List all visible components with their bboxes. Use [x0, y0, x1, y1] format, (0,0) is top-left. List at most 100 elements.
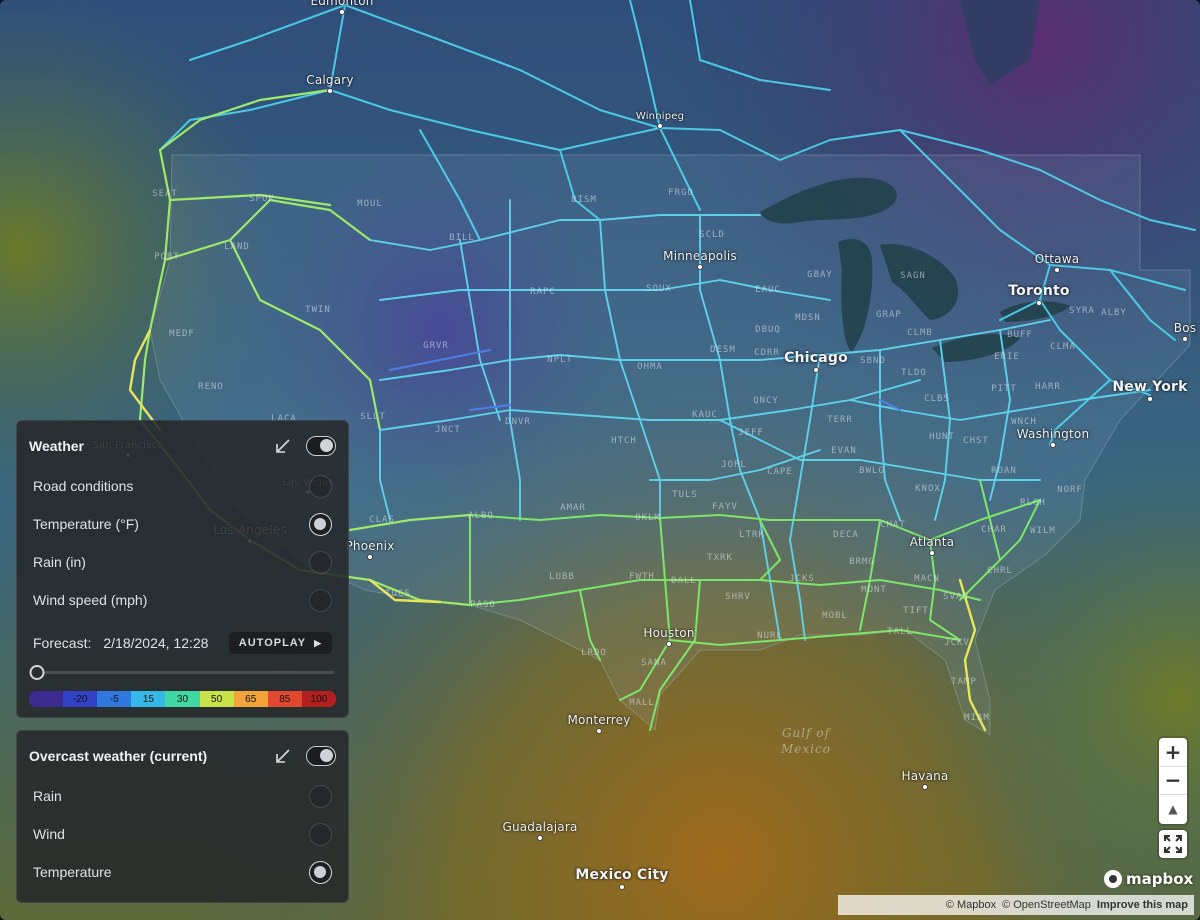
- radio-temperature[interactable]: [309, 512, 332, 536]
- radio-wind-speed[interactable]: [309, 588, 332, 612]
- road-node-code: CAPE: [767, 467, 793, 477]
- legend-swatch: 15: [131, 691, 166, 707]
- attribution-osm-link[interactable]: © OpenStreetMap: [1002, 899, 1091, 911]
- road-node-code: CLMA: [1050, 342, 1076, 352]
- road-node-code: MONT: [861, 585, 887, 595]
- road-node-code: GRVR: [423, 341, 449, 351]
- city-dot: [657, 123, 663, 129]
- legend-label: 50: [211, 693, 223, 705]
- forecast-slider[interactable]: [29, 665, 334, 680]
- city-label: Washington: [1016, 427, 1090, 441]
- overcast-toggle[interactable]: [306, 746, 336, 766]
- legend-swatch: 30: [165, 691, 200, 707]
- road-node-code: CHAR: [981, 525, 1007, 535]
- option-label: Wind speed (mph): [33, 592, 148, 608]
- option-label: Rain (in): [33, 554, 86, 570]
- road-node-code: RLGH: [1020, 498, 1046, 508]
- road-node-code: TXRK: [707, 553, 733, 563]
- road-node-code: OKLM: [635, 513, 661, 523]
- mapbox-logo[interactable]: mapbox: [1104, 868, 1193, 890]
- radio-temperature[interactable]: [309, 860, 332, 884]
- road-node-code: MACN: [914, 574, 940, 584]
- attribution-mapbox-link[interactable]: © Mapbox: [946, 899, 996, 911]
- city-dot: [619, 884, 625, 890]
- city-dot: [1036, 300, 1042, 306]
- road-node-code: HARR: [1035, 382, 1061, 392]
- autoplay-button[interactable]: AUTOPLAY ▶: [228, 632, 332, 654]
- road-node-code: HUNT: [929, 432, 955, 442]
- option-rain[interactable]: Rain: [33, 783, 332, 809]
- road-node-code: JCKV: [944, 638, 970, 648]
- road-node-code: SCLD: [699, 230, 725, 240]
- road-node-code: SOUX: [646, 284, 672, 294]
- city-label: Chicago: [784, 350, 848, 366]
- road-node-code: CHST: [963, 436, 989, 446]
- road-node-code: JOPL: [721, 460, 747, 470]
- road-node-code: DECA: [833, 530, 859, 540]
- road-node-code: PITT: [991, 384, 1017, 394]
- slider-thumb[interactable]: [29, 665, 45, 680]
- legend-label: 65: [245, 693, 257, 705]
- road-node-code: SBND: [860, 356, 886, 366]
- option-wind-speed[interactable]: Wind speed (mph): [33, 587, 332, 613]
- road-node-code: BILL: [449, 233, 475, 243]
- road-node-code: MOUL: [357, 199, 383, 209]
- road-node-code: DESM: [710, 345, 736, 355]
- road-node-code: OHMA: [637, 362, 663, 372]
- road-node-code: LTRK: [739, 530, 765, 540]
- city-label: Bos: [1173, 321, 1197, 335]
- legend-label: 100: [310, 693, 328, 705]
- radio-wind[interactable]: [309, 822, 332, 846]
- road-node-code: EVAN: [831, 446, 857, 456]
- collapse-arrow-icon[interactable]: [274, 747, 292, 765]
- road-node-code: CDRR: [754, 348, 780, 358]
- legend-swatch: -5: [97, 691, 132, 707]
- road-node-code: RENO: [198, 382, 224, 392]
- legend-swatch: 50: [199, 691, 234, 707]
- radio-rain[interactable]: [309, 784, 332, 808]
- road-node-code: BUFF: [1007, 330, 1033, 340]
- city-label: Ottawa: [1034, 252, 1080, 266]
- radio-rain[interactable]: [309, 550, 332, 574]
- collapse-arrow-icon[interactable]: [274, 437, 292, 455]
- city-dot: [1050, 442, 1056, 448]
- compass-button[interactable]: ▲: [1159, 795, 1187, 824]
- road-node-code: ROAN: [991, 466, 1017, 476]
- road-node-code: FRGO: [668, 188, 694, 198]
- radio-road-conditions[interactable]: [309, 474, 332, 498]
- option-label: Temperature: [33, 864, 112, 880]
- city-label: Guadalajara: [502, 820, 578, 834]
- temperature-legend: -20 -5 15 30 50 65 85 100: [29, 691, 336, 707]
- zoom-in-button[interactable]: +: [1159, 738, 1187, 767]
- weather-toggle[interactable]: [306, 436, 336, 456]
- legend-label: 85: [279, 693, 291, 705]
- improve-map-link[interactable]: Improve this map: [1097, 899, 1188, 911]
- option-wind[interactable]: Wind: [33, 821, 332, 847]
- city-label: Havana: [901, 769, 949, 783]
- option-road-conditions[interactable]: Road conditions: [33, 473, 332, 499]
- road-node-code: AMAR: [560, 503, 586, 513]
- play-icon: ▶: [314, 637, 322, 648]
- option-rain[interactable]: Rain (in): [33, 549, 332, 575]
- legend-label: 15: [142, 693, 154, 705]
- overcast-panel-header: Overcast weather (current): [29, 745, 336, 767]
- legend-swatch: 85: [267, 691, 302, 707]
- city-dot: [537, 835, 543, 841]
- option-temperature[interactable]: Temperature (°F): [33, 511, 332, 537]
- road-node-code: CHRL: [987, 566, 1013, 576]
- option-temperature[interactable]: Temperature: [33, 859, 332, 885]
- road-node-code: JNCT: [435, 425, 461, 435]
- option-label: Wind: [33, 826, 65, 842]
- road-node-code: PORT: [154, 252, 180, 262]
- city-dot: [666, 641, 672, 647]
- legend-label: -20: [72, 693, 88, 705]
- zoom-out-button[interactable]: −: [1159, 767, 1187, 796]
- legend-swatch: -20: [63, 691, 98, 707]
- autoplay-label: AUTOPLAY: [238, 637, 307, 649]
- fullscreen-button[interactable]: [1159, 830, 1187, 858]
- weather-panel: Weather Road conditions Temperature (°F)…: [16, 420, 349, 718]
- road-node-code: CLMB: [907, 328, 933, 338]
- city-dot: [697, 264, 703, 270]
- road-node-code: FWTH: [629, 572, 655, 582]
- legend-swatch: [29, 691, 64, 707]
